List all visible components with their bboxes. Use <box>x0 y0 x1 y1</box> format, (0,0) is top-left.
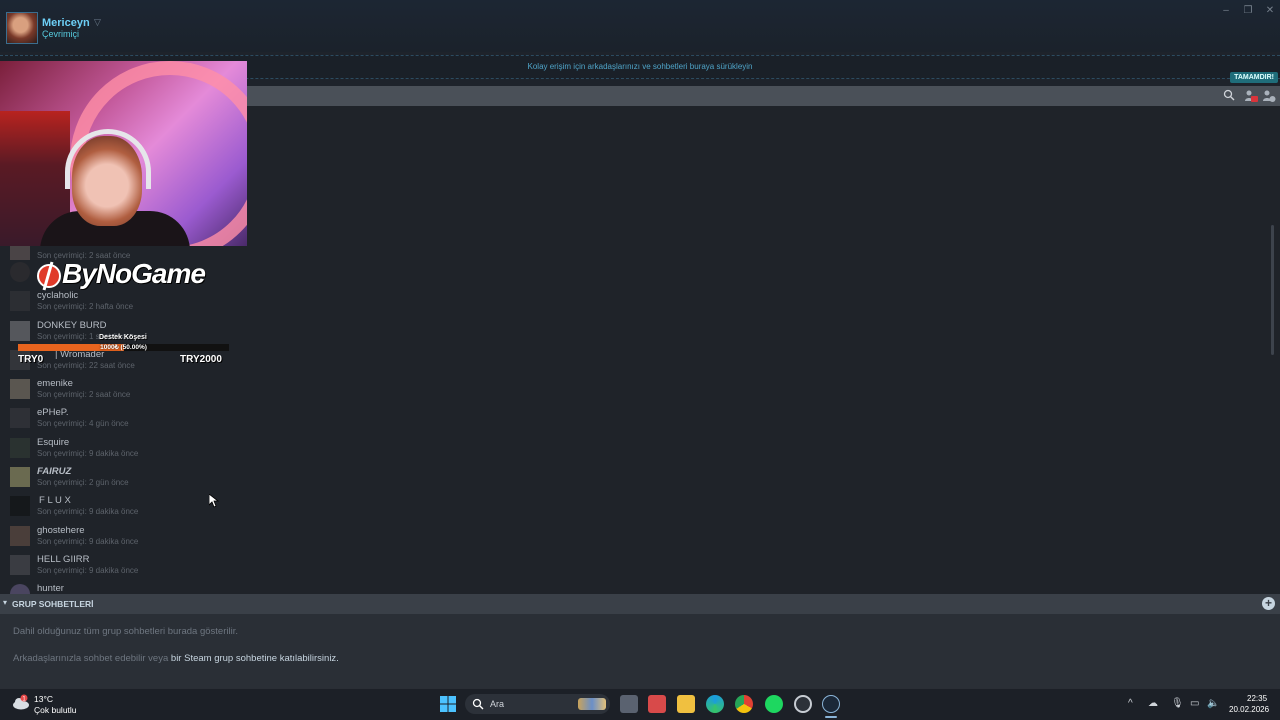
friend-name: hunter <box>37 583 64 594</box>
progress-text: 1000₺ (50.00%) <box>100 344 147 351</box>
avatar <box>10 262 30 282</box>
add-friend-icon[interactable] <box>1262 89 1276 103</box>
spotify-icon[interactable] <box>765 695 783 713</box>
list-item[interactable]: F L U X Son çevrimiçi: 9 dakika önce <box>10 494 240 522</box>
avatar <box>10 408 30 428</box>
avatar[interactable] <box>6 12 38 44</box>
temperature[interactable]: 13°C <box>34 694 53 704</box>
volume-icon[interactable]: 🔈 <box>1207 698 1219 709</box>
friend-name: ghostehere <box>37 525 85 536</box>
friend-status: Son çevrimiçi: 2 gün önce <box>37 478 129 487</box>
list-item[interactable]: Esquire Son çevrimiçi: 9 dakika önce <box>10 436 240 464</box>
group-chats-info: Dahil olduğunuz tüm grup sohbetleri bura… <box>13 626 238 637</box>
friend-status: Son çevrimiçi: 9 dakika önce <box>37 537 139 546</box>
group-chats-hint: Arkadaşlarınızla sohbet edebilir veya bi… <box>13 653 339 664</box>
friend-status: Son çevrimiçi: 22 saat önce <box>37 361 135 370</box>
onedrive-icon[interactable]: ☁ <box>1148 698 1158 709</box>
done-button[interactable]: TAMAMDIR! <box>1230 72 1278 83</box>
avatar <box>10 379 30 399</box>
cloud-icon[interactable]: 1 <box>12 694 30 710</box>
steam-icon[interactable] <box>822 695 840 713</box>
avatar <box>10 321 30 341</box>
friend-name: F L U X <box>39 495 71 506</box>
friend-status: Son çevrimiçi: 9 dakika önce <box>37 449 139 458</box>
donation-label: Destek Köşesi <box>99 334 147 341</box>
windows-start-icon[interactable] <box>439 695 457 713</box>
friend-name: HELL GIIRR <box>37 554 90 565</box>
list-item[interactable]: ghostehere Son çevrimiçi: 9 dakika önce <box>10 524 240 552</box>
friend-name: FAIRUZ <box>37 466 72 477</box>
friend-name: emenike <box>37 378 73 389</box>
bynogame-logo-icon <box>37 261 61 291</box>
store-icon[interactable] <box>648 695 666 713</box>
chevron-down-icon[interactable]: ▽ <box>94 17 101 28</box>
minimize-icon[interactable]: – <box>1218 5 1234 16</box>
chrome-icon[interactable] <box>735 695 753 713</box>
friend-status: Son çevrimiçi: 4 gün önce <box>37 419 129 428</box>
user-name[interactable]: Mericeyn <box>42 17 90 29</box>
list-item[interactable]: hunter <box>10 582 240 594</box>
taskbar-search-label: Ara <box>490 699 505 709</box>
friend-name: ePHeP. <box>37 407 69 418</box>
friend-name: Esquire <box>37 437 70 448</box>
list-item[interactable]: cyclaholic Son çevrimiçi: 2 hafta önce <box>10 289 240 317</box>
user-status: Çevrimiçi <box>42 29 79 39</box>
list-item[interactable]: ePHeP. Son çevrimiçi: 4 gün önce <box>10 406 240 434</box>
task-view-icon[interactable] <box>620 695 638 713</box>
clock-time[interactable]: 22:35 <box>1247 694 1267 703</box>
edge-icon[interactable] <box>706 695 724 713</box>
friend-status: Son çevrimiçi: 9 dakika önce <box>37 566 139 575</box>
active-app-indicator <box>825 716 837 718</box>
avatar <box>10 291 30 311</box>
progress-max-label: TRY2000 <box>180 354 222 365</box>
mouse-cursor-icon <box>209 494 219 508</box>
close-icon[interactable]: ✕ <box>1262 5 1278 16</box>
list-item[interactable]: FAIRUZ Son çevrimiçi: 2 gün önce <box>10 465 240 493</box>
avatar <box>10 467 30 487</box>
list-item[interactable]: emenike Son çevrimiçi: 2 saat önce <box>10 377 240 405</box>
friend-status: Son çevrimiçi: 2 saat önce <box>37 390 131 399</box>
microphone-icon[interactable]: 🎙 <box>1171 698 1184 709</box>
group-hint-text: Arkadaşlarınızla sohbet edebilir veya <box>13 653 171 664</box>
weather-condition[interactable]: Çok bulutlu <box>34 705 77 715</box>
progress-min-label: TRY0 <box>18 354 44 365</box>
network-icon[interactable]: ▭ <box>1190 698 1199 709</box>
friend-status: Son çevrimiçi: 9 dakika önce <box>37 507 139 516</box>
search-icon[interactable] <box>1223 89 1235 101</box>
chevron-up-icon[interactable]: ^ <box>1128 698 1133 709</box>
chat-header <box>0 0 1280 52</box>
add-group-chat-icon[interactable]: + <box>1262 597 1275 610</box>
list-item[interactable]: HELL GIIRR Son çevrimiçi: 9 dakika önce <box>10 553 240 581</box>
app-icon[interactable] <box>794 695 812 713</box>
join-group-chat-link[interactable]: bir Steam grup sohbetine katılabilirsini… <box>171 653 339 664</box>
restore-icon[interactable]: ❐ <box>1240 5 1256 16</box>
avatar <box>10 438 30 458</box>
search-highlight-icon <box>578 698 606 710</box>
group-chats-header[interactable] <box>0 594 1280 614</box>
remove-friend-icon[interactable] <box>1244 89 1258 103</box>
clock-date[interactable]: 20.02.2026 <box>1229 705 1269 714</box>
scrollbar[interactable] <box>1271 225 1274 355</box>
avatar <box>10 526 30 546</box>
bynogame-logo: ByNoGame <box>62 258 206 289</box>
list-item[interactable]: DONKEY BURD Son çevrimiçi: 1 saat önce <box>10 319 240 347</box>
file-explorer-icon[interactable] <box>677 695 695 713</box>
chevron-down-icon[interactable]: ▾ <box>3 598 7 607</box>
search-icon <box>472 698 484 710</box>
avatar <box>10 584 30 594</box>
taskbar <box>0 688 1280 720</box>
webcam-overlay <box>0 61 247 246</box>
avatar <box>10 496 30 516</box>
group-chats-title: GRUP SOHBETLERİ <box>12 599 94 609</box>
friend-status: Son çevrimiçi: 2 hafta önce <box>37 302 134 311</box>
avatar <box>10 555 30 575</box>
friend-name: DONKEY BURD <box>37 320 107 331</box>
